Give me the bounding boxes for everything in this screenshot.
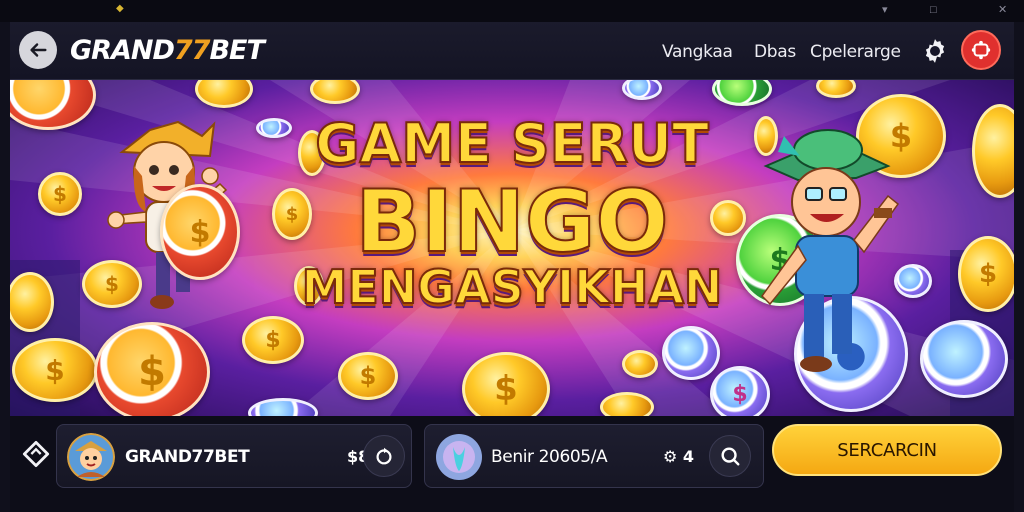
brand-text-tail: BET — [209, 35, 264, 66]
top-header: GRAND77BET Vangkaa Dbas Cpelerarge — [10, 22, 1014, 80]
brand-text-main: GRAND — [70, 35, 175, 66]
player-avatar-1 — [67, 433, 115, 481]
back-button[interactable] — [19, 31, 57, 69]
coin-decoration — [600, 392, 654, 416]
diamond-icon[interactable] — [22, 440, 50, 468]
player-card-2[interactable]: Benir 20605/A ⚙ 4 — [424, 424, 764, 488]
promo-banner[interactable]: $ $ $ $ $ $ $ $ $ $ $ $ ● — [10, 80, 1014, 416]
player-card-1[interactable]: GRAND77BET $8 — [56, 424, 412, 488]
close-icon[interactable]: ✕ — [998, 3, 1007, 17]
bottom-bar: GRAND77BET $8 Benir 20605/A ⚙ 4 SERCARCI… — [10, 416, 1014, 512]
back-arrow-icon — [30, 43, 47, 57]
search-button[interactable] — [709, 435, 751, 477]
gear-icon[interactable] — [920, 36, 950, 66]
search-icon — [721, 447, 740, 466]
brand-text-accent: 77 — [173, 35, 211, 66]
window-chrome: ◆ ▾ □ ✕ — [0, 0, 1024, 22]
banner-headline-line2: BINGO — [354, 171, 669, 273]
player-name-2: Benir 20605/A — [491, 447, 608, 467]
maximize-icon[interactable]: □ — [930, 3, 937, 17]
brand-logo[interactable]: GRAND77BET — [70, 35, 265, 66]
coin-decoration: $ — [12, 338, 98, 402]
coin-decoration — [622, 350, 658, 378]
banner-headline-line1: GAME SERUT — [314, 111, 710, 176]
player-count-2: ⚙ 4 — [663, 447, 695, 466]
banner-headline-line3: MENGASYIKHAN — [301, 259, 724, 315]
coin-decoration: $ — [338, 352, 398, 400]
nav-link-1[interactable]: Vangkaa — [662, 42, 733, 62]
coin-decoration: $ — [462, 352, 550, 416]
account-button[interactable] — [961, 30, 1001, 70]
player-avatar-2 — [436, 434, 482, 480]
player-name-1: GRAND77BET — [125, 447, 250, 467]
coin-decoration: $ — [242, 316, 304, 364]
app-window: ◆ ▾ □ ✕ GRAND77BET Vangkaa Dbas Cpelerar… — [0, 0, 1024, 512]
account-icon — [971, 40, 991, 60]
pin-icon: ◆ — [116, 3, 124, 14]
coin-decoration — [662, 326, 720, 380]
nav-link-2[interactable]: Dbas — [754, 42, 796, 62]
coin-decoration — [920, 320, 1008, 398]
nav-link-3[interactable]: Cpelerarge — [810, 42, 901, 62]
refresh-button[interactable] — [363, 435, 405, 477]
minimize-icon[interactable]: ▾ — [882, 3, 888, 17]
refresh-icon — [376, 447, 392, 465]
coin-decoration: $ — [94, 322, 210, 416]
search-cta-button[interactable]: SERCARCIN — [772, 424, 1002, 476]
